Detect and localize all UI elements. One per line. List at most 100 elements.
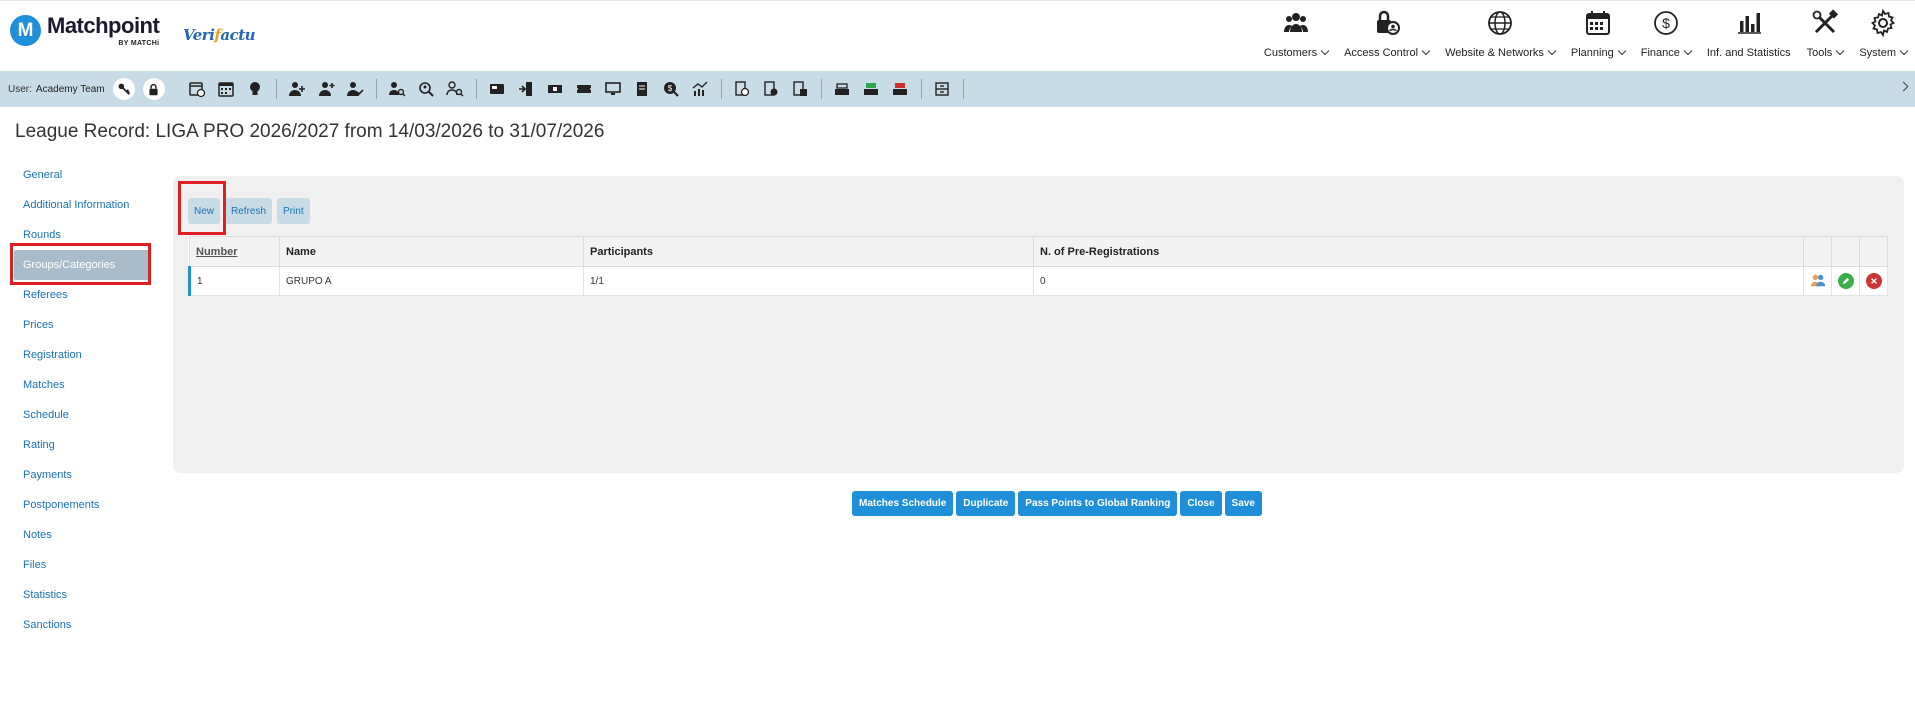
sidebar-item-rating[interactable]: Rating — [12, 430, 152, 460]
monitor-icon[interactable] — [604, 80, 623, 99]
calendar-grid-icon[interactable] — [217, 80, 236, 99]
nav-customers[interactable]: Customers — [1256, 8, 1336, 64]
nav-planning[interactable]: Planning — [1563, 8, 1633, 64]
table-header-row: Number Name Participants N. of Pre-Regis… — [189, 236, 1888, 267]
logo-sub: BY MATCHi — [118, 40, 160, 47]
trend-chart-icon[interactable] — [691, 80, 710, 99]
drawer-icon[interactable] — [933, 80, 952, 99]
column-name: Name — [279, 236, 584, 267]
globe-icon — [1488, 11, 1512, 35]
matchpoint-logo[interactable]: M Matchpoint BY MATCHi — [10, 13, 160, 47]
chevron-right-icon[interactable] — [1898, 81, 1909, 92]
column-pre-registrations: N. of Pre-Registrations — [1033, 236, 1804, 267]
app-header: M Matchpoint BY MATCHi Verifactu Custome… — [0, 0, 1915, 70]
page-title: League Record: LIGA PRO 2026/2027 from 1… — [15, 121, 605, 142]
sidebar-item-prices[interactable]: Prices — [12, 310, 152, 340]
highlight-box-new — [178, 181, 226, 235]
chevron-down-icon — [1421, 46, 1431, 56]
groups-panel — [173, 176, 1904, 473]
user-check-icon[interactable] — [346, 80, 365, 99]
money-search-icon[interactable]: $ — [662, 80, 681, 99]
access-control-icon — [1376, 10, 1400, 35]
cash-register-icon[interactable] — [833, 80, 852, 99]
invoice-clock-icon[interactable] — [733, 80, 752, 99]
column-participants: Participants — [583, 236, 1034, 267]
highlight-box-groups — [10, 243, 151, 285]
sidebar-item-schedule[interactable]: Schedule — [12, 400, 152, 430]
key-icon — [118, 83, 130, 95]
matches-schedule-button[interactable]: Matches Schedule — [852, 491, 954, 516]
cell-pre-registrations: 0 — [1033, 266, 1804, 296]
groups-table: Number Name Participants N. of Pre-Regis… — [188, 236, 1888, 296]
sidebar-item-additional-information[interactable]: Additional Information — [12, 190, 152, 220]
key-button[interactable] — [112, 78, 135, 100]
ticket-icon[interactable] — [546, 80, 565, 99]
main-nav: Customers Access Control Website & Netwo… — [1256, 8, 1915, 64]
sidebar-item-registration[interactable]: Registration — [12, 340, 152, 370]
dollar-icon: $ — [1653, 11, 1678, 35]
edit-icon[interactable] — [1837, 273, 1854, 289]
logo-name: Matchpoint — [47, 13, 160, 38]
user-find-icon[interactable] — [446, 80, 465, 99]
nav-tools[interactable]: Tools — [1799, 8, 1852, 64]
invoice-euro-icon[interactable] — [791, 80, 810, 99]
lock-icon — [149, 83, 158, 95]
document-icon[interactable] — [633, 80, 652, 99]
calendar-icon — [1585, 11, 1610, 35]
record-sidebar: General Additional Information Rounds Gr… — [12, 160, 152, 640]
nav-access-control[interactable]: Access Control — [1336, 8, 1437, 64]
customers-icon — [1283, 13, 1308, 32]
chevron-down-icon — [1899, 46, 1909, 56]
duplicate-button[interactable]: Duplicate — [956, 491, 1016, 516]
nav-finance[interactable]: $ Finance — [1633, 8, 1699, 64]
chevron-down-icon — [1547, 46, 1557, 56]
cell-name: GRUPO A — [279, 266, 584, 296]
voucher-icon[interactable] — [575, 80, 594, 99]
save-button[interactable]: Save — [1224, 491, 1262, 516]
sidebar-item-postponements[interactable]: Postponements — [12, 490, 152, 520]
current-user: User: Academy Team — [8, 83, 105, 95]
print-button[interactable]: Print — [277, 198, 310, 224]
sidebar-item-files[interactable]: Files — [12, 550, 152, 580]
refresh-button[interactable]: Refresh — [225, 198, 273, 224]
sidebar-item-payments[interactable]: Payments — [12, 460, 152, 490]
cell-participants: 1/1 — [583, 266, 1034, 296]
cash-register-green-icon[interactable] — [862, 80, 881, 99]
pass-points-button[interactable]: Pass Points to Global Ranking — [1018, 491, 1178, 516]
svg-text:$: $ — [1662, 15, 1670, 31]
nav-website-networks[interactable]: Website & Networks — [1437, 8, 1563, 64]
participants-icon[interactable] — [1810, 272, 1826, 288]
sidebar-item-matches[interactable]: Matches — [12, 370, 152, 400]
quick-toolbar: User: Academy Team $ — [0, 71, 1915, 107]
tools-icon — [1812, 9, 1839, 34]
calendar-clock-icon[interactable] — [188, 80, 207, 99]
user-search-icon[interactable] — [388, 80, 407, 99]
record-actions: Matches Schedule Duplicate Pass Points t… — [852, 491, 1265, 516]
nav-system[interactable]: System — [1851, 8, 1915, 64]
chevron-down-icon — [1320, 46, 1330, 56]
sidebar-item-general[interactable]: General — [12, 160, 152, 190]
search-people-icon[interactable] — [417, 80, 436, 99]
lightbulb-icon[interactable] — [246, 80, 265, 99]
sidebar-item-statistics[interactable]: Statistics — [12, 580, 152, 610]
sidebar-item-sanctions[interactable]: Sanctions — [12, 610, 152, 640]
chevron-down-icon — [1836, 46, 1845, 56]
lock-button[interactable] — [142, 78, 165, 100]
delete-icon[interactable] — [1865, 273, 1882, 289]
svg-text:$: $ — [668, 84, 673, 93]
add-user-plus-icon[interactable] — [317, 80, 336, 99]
table-row[interactable]: 1 GRUPO A 1/1 0 — [188, 266, 1888, 296]
logo-badge: M — [10, 15, 41, 46]
door-enter-icon[interactable] — [517, 80, 536, 99]
invoice-check-icon[interactable] — [762, 80, 781, 99]
nav-inf-statistics[interactable]: Inf. and Statistics — [1699, 8, 1799, 64]
verifactu-logo: Verifactu — [183, 26, 256, 44]
cell-number: 1 — [188, 266, 280, 296]
cash-register-red-icon[interactable] — [891, 80, 910, 99]
close-button[interactable]: Close — [1180, 491, 1222, 516]
add-user-icon[interactable] — [288, 80, 307, 99]
sidebar-item-notes[interactable]: Notes — [12, 520, 152, 550]
column-number[interactable]: Number — [189, 236, 280, 267]
chevron-down-icon — [1683, 46, 1693, 56]
card-icon[interactable] — [488, 80, 507, 99]
